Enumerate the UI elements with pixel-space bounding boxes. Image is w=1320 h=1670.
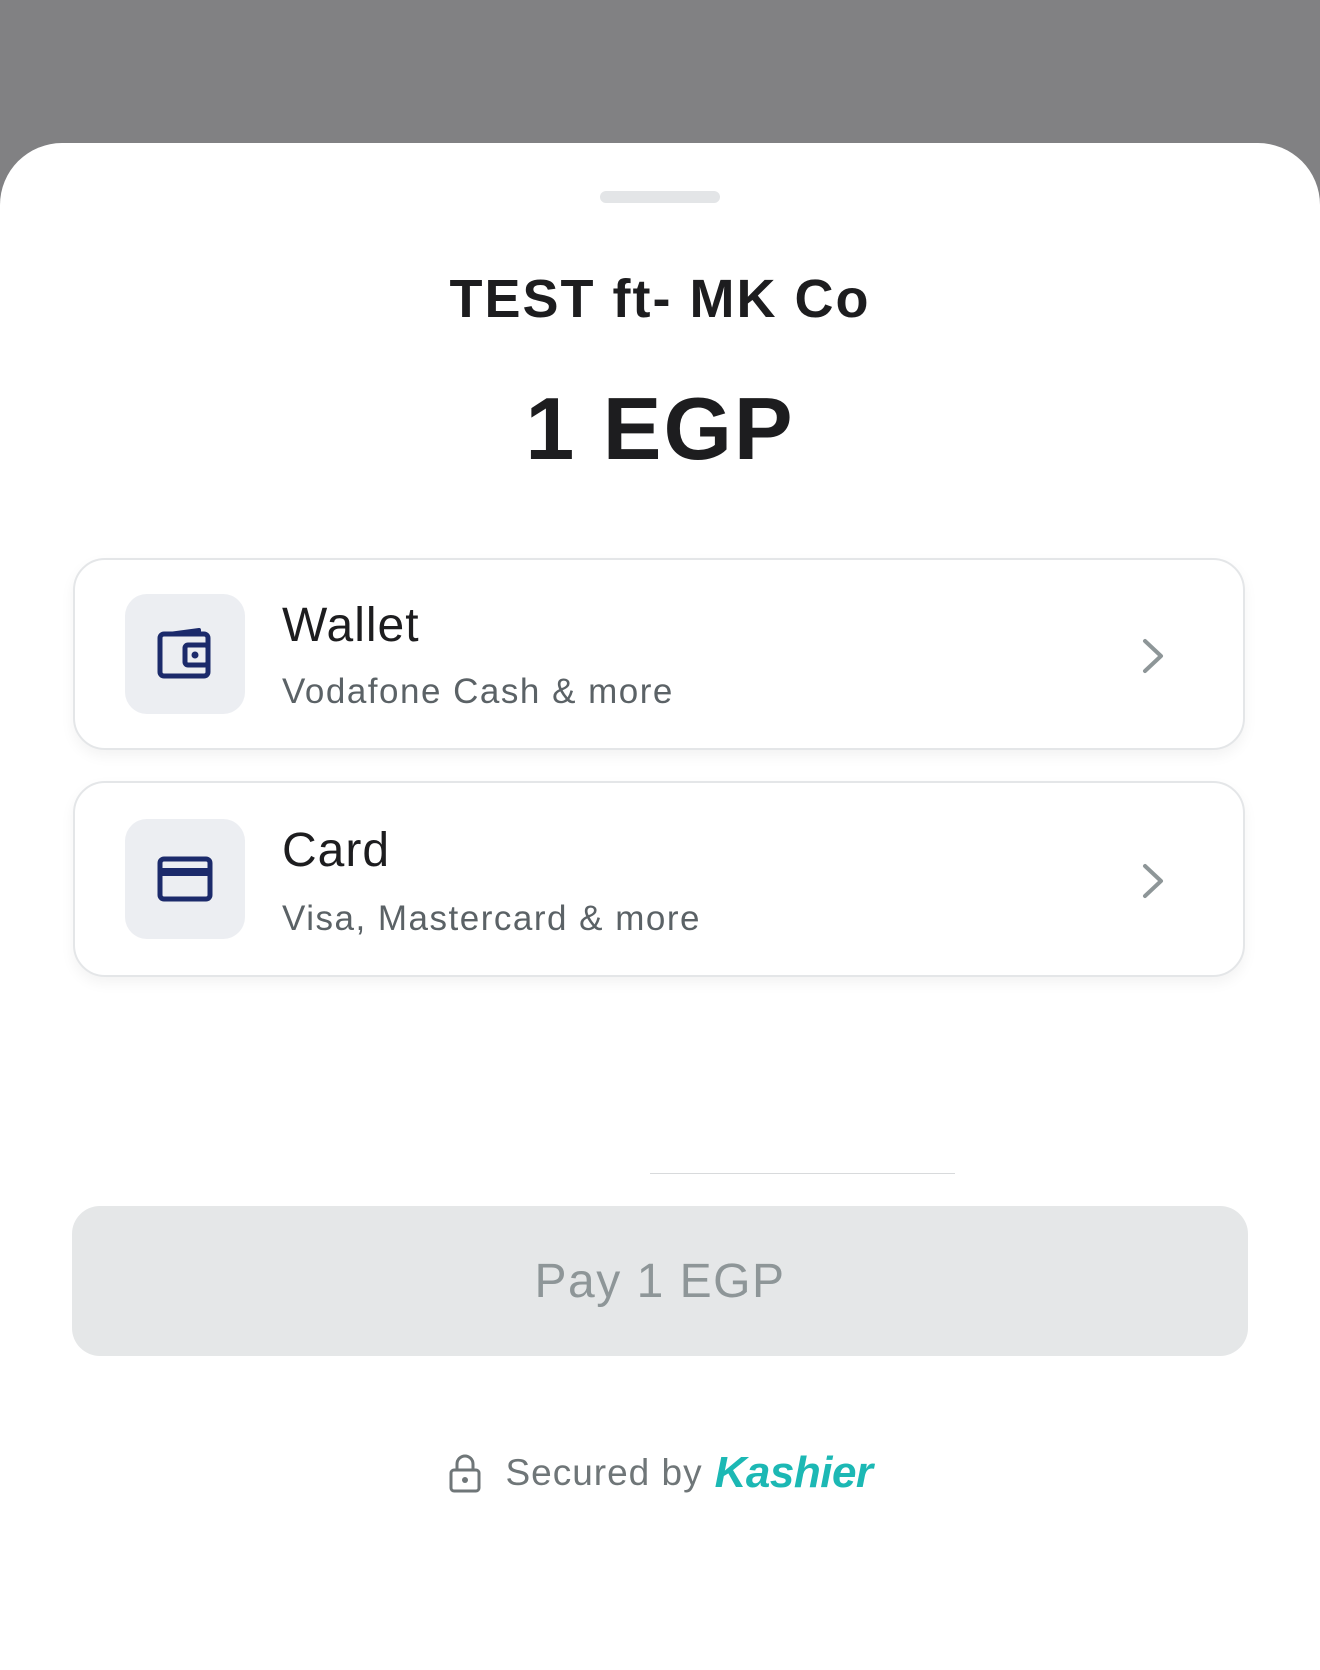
method-subtitle: Visa, Mastercard & more [282,899,701,938]
payment-method-card[interactable]: Card Visa, Mastercard & more [73,781,1245,977]
payment-method-wallet[interactable]: Wallet Vodafone Cash & more [73,558,1245,750]
method-subtitle: Vodafone Cash & more [282,672,674,711]
drag-handle[interactable] [600,191,720,203]
secured-by-label: Secured by [505,1452,703,1493]
card-icon-container [125,819,245,939]
method-title: Card [282,824,391,877]
kashier-logo: Kashier [714,1448,873,1497]
payment-bottom-sheet: TEST ft- MK Co 1 EGP Wallet Vodafone Cas… [0,143,1320,1670]
divider [650,1173,955,1174]
payment-amount: 1 EGP [525,379,795,478]
pay-button[interactable]: Pay 1 EGP [72,1206,1248,1356]
chevron-right-icon [1133,861,1173,901]
wallet-icon-container [125,594,245,714]
wallet-icon [157,628,211,679]
lock-icon [449,1454,481,1493]
secured-by-footer: Secured by Kashier [0,1448,1320,1498]
chevron-right-icon [1133,636,1173,676]
method-title: Wallet [282,599,420,652]
credit-card-icon [157,856,213,902]
merchant-name: TEST ft- MK Co [449,269,871,329]
